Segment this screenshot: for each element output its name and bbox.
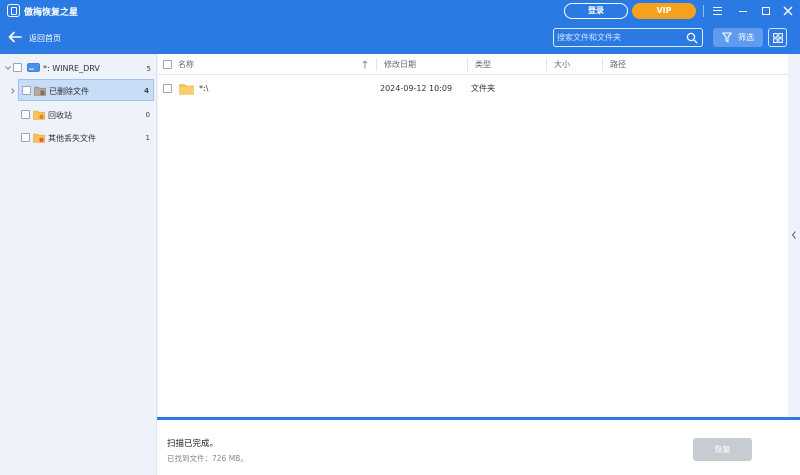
chevron-left-icon[interactable] — [790, 230, 798, 240]
search-box[interactable] — [553, 28, 703, 47]
close-icon[interactable] — [779, 2, 797, 20]
folder-tree: *: WINRE_DRV 5 已删除文件 4 回收站 0 其他丢失文件 1 — [0, 54, 157, 475]
vip-button[interactable]: VIP — [632, 3, 696, 19]
sort-asc-icon[interactable] — [362, 60, 368, 69]
tree-item-count: 0 — [145, 111, 150, 119]
tree-item-deleted-files[interactable]: 已删除文件 4 — [11, 79, 154, 101]
row-type: 文件夹 — [471, 84, 495, 93]
login-button[interactable]: 登录 — [564, 3, 628, 19]
tree-item-label: 已删除文件 — [49, 87, 89, 96]
lost-files-icon — [33, 133, 45, 143]
search-input[interactable] — [557, 31, 681, 44]
nav-bar: 返回首页 筛选 — [0, 22, 800, 54]
table-row[interactable]: *:\ 2024-09-12 10:09 文件夹 — [158, 78, 788, 100]
title-divider — [703, 5, 704, 17]
back-home-link[interactable]: 返回首页 — [29, 33, 61, 44]
tree-item-recycle-bin[interactable]: 回收站 0 — [18, 104, 154, 126]
row-checkbox[interactable] — [163, 84, 172, 93]
recover-button[interactable]: 恢复 — [693, 438, 752, 461]
folder-icon — [179, 84, 194, 95]
column-header-modified[interactable]: 修改日期 — [384, 54, 416, 75]
menu-icon[interactable] — [709, 2, 727, 20]
filter-label: 筛选 — [738, 33, 754, 42]
filter-icon — [722, 32, 732, 43]
grid-view-icon — [773, 33, 783, 43]
column-header-path[interactable]: 路径 — [610, 54, 626, 75]
column-divider[interactable] — [546, 58, 547, 71]
tree-item-checkbox[interactable] — [21, 110, 30, 119]
tree-root-count: 5 — [146, 65, 151, 73]
chevron-right-icon[interactable] — [9, 87, 17, 95]
row-modified: 2024-09-12 10:09 — [380, 84, 453, 93]
tree-root-checkbox[interactable] — [13, 63, 22, 72]
tree-item-other-lost-files[interactable]: 其他丢失文件 1 — [18, 127, 154, 149]
maximize-icon[interactable] — [757, 2, 775, 20]
row-name: *:\ — [199, 84, 209, 93]
chevron-down-icon[interactable] — [4, 64, 12, 72]
column-header-name[interactable]: 名称 — [178, 54, 194, 75]
column-divider[interactable] — [467, 58, 468, 71]
back-arrow-icon[interactable] — [8, 31, 22, 43]
search-icon[interactable] — [686, 32, 698, 44]
column-header-size[interactable]: 大小 — [554, 54, 570, 75]
column-divider[interactable] — [376, 58, 377, 71]
deleted-folder-icon — [34, 86, 46, 96]
tree-item-count: 1 — [145, 134, 150, 142]
tree-root-drive[interactable]: *: WINRE_DRV 5 — [0, 58, 157, 78]
scan-status: 扫描已完成。 — [167, 439, 219, 449]
tree-item-label: 回收站 — [48, 111, 72, 120]
recycle-bin-icon — [33, 110, 45, 120]
filter-button[interactable]: 筛选 — [713, 28, 763, 47]
view-toggle-button[interactable] — [768, 28, 787, 47]
tree-item-count: 4 — [144, 87, 149, 95]
tree-item-checkbox[interactable] — [22, 86, 31, 95]
app-title: 傲梅恢复之星 — [24, 8, 79, 18]
column-header-type[interactable]: 类型 — [475, 54, 491, 75]
minimize-icon[interactable] — [734, 2, 752, 20]
title-bar: 傲梅恢复之星 登录 VIP — [0, 0, 800, 22]
drive-icon — [27, 63, 40, 72]
tree-root-label: *: WINRE_DRV — [43, 64, 100, 73]
select-all-checkbox[interactable] — [163, 60, 172, 69]
column-header-row: 名称 修改日期 类型 大小 路径 — [158, 54, 788, 75]
found-size: 已找到文件：726 MB。 — [167, 454, 248, 463]
app-logo-icon — [7, 4, 20, 17]
side-collapse-strip — [788, 54, 800, 417]
tree-item-label: 其他丢失文件 — [48, 134, 96, 143]
tree-item-checkbox[interactable] — [21, 133, 30, 142]
status-footer: 扫描已完成。 已找到文件：726 MB。 恢复 — [157, 417, 800, 475]
file-list: 名称 修改日期 类型 大小 路径 *:\ 2024-09-12 10:09 文件… — [158, 54, 788, 417]
column-divider[interactable] — [602, 58, 603, 71]
